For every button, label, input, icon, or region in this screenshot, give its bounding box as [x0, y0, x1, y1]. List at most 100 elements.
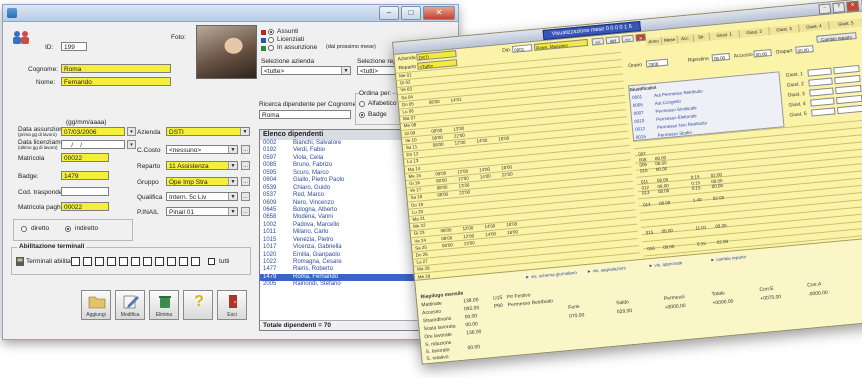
qualifica-select[interactable]: Intern. 5c Liv ▼	[166, 192, 238, 201]
giust-selector-field[interactable]	[808, 77, 833, 87]
diretto-radio[interactable]	[21, 226, 27, 232]
right-grid-value[interactable]: 0:15	[692, 186, 701, 192]
modifica-button[interactable]: Modifica	[115, 290, 145, 320]
ellipsis-icon[interactable]: …	[241, 161, 250, 170]
giust-selector-field[interactable]	[809, 87, 834, 97]
punch-value[interactable]: 08'00	[442, 242, 453, 248]
punch-value[interactable]: 12'00	[457, 168, 468, 174]
ricerca-input[interactable]: Roma	[259, 110, 351, 119]
close-icon[interactable]: ✕	[846, 0, 860, 12]
punch-value[interactable]: 14'00	[484, 224, 495, 230]
punch-value[interactable]: 12'00	[454, 140, 465, 146]
punch-value[interactable]: 14'00	[479, 166, 490, 172]
ripristino-field[interactable]: 08.00	[711, 52, 731, 62]
matricola-paghe-field[interactable]: 00022	[61, 202, 109, 211]
aggiungi-button[interactable]: Aggiungi	[81, 290, 111, 320]
esci-button[interactable]: Esci	[217, 290, 247, 320]
punch-value[interactable]: 12'00	[463, 233, 474, 239]
ccosto-select[interactable]: <nessuno> ▼	[166, 145, 238, 154]
right-grid-value[interactable]: 015	[645, 229, 653, 235]
punch-value[interactable]: 18'00	[498, 136, 509, 142]
punch-value[interactable]: 12'00	[462, 226, 473, 232]
punch-value[interactable]: 08'00	[435, 170, 446, 176]
right-grid-value[interactable]: 08.00	[659, 200, 671, 206]
maximize-icon[interactable]: □	[401, 6, 421, 20]
minimize-icon[interactable]: –	[379, 6, 399, 20]
help-button[interactable]: ?	[183, 290, 213, 320]
badge-field[interactable]: 1479	[61, 171, 109, 180]
giust-value-field[interactable]	[836, 104, 862, 115]
punch-value[interactable]: 08'00	[428, 99, 439, 105]
punch-value[interactable]: 22'00	[459, 190, 470, 196]
right-grid-value[interactable]: 02.00	[717, 239, 729, 245]
punch-value[interactable]: 13'30	[453, 125, 464, 131]
punch-value[interactable]: 14'01	[450, 97, 461, 103]
right-grid-value[interactable]: 013	[642, 190, 650, 196]
licenziati-radio[interactable]	[268, 37, 274, 43]
terminal-checkbox[interactable]	[179, 257, 188, 266]
punch-value[interactable]: 14'00	[485, 231, 496, 237]
calendar-icon[interactable]: ▾	[127, 140, 136, 149]
right-grid-value[interactable]: 02.00	[713, 195, 725, 201]
terminal-checkbox[interactable]	[155, 257, 164, 266]
sel-azienda-select[interactable]: <tutte> ▼	[261, 66, 351, 75]
punch-value[interactable]: 22'00	[454, 132, 465, 138]
pinail-select[interactable]: Pinail 01 ▼	[166, 207, 238, 216]
view-link[interactable]: ► vis. approvate	[649, 260, 683, 268]
day-grid[interactable]	[395, 51, 640, 278]
terminal-checkbox[interactable]	[131, 257, 140, 266]
prev-button[interactable]: <<	[591, 37, 605, 46]
punch-value[interactable]: 08'00	[441, 235, 452, 241]
orapart-field[interactable]: 00.00	[795, 45, 814, 54]
terminal-checkbox[interactable]	[143, 257, 152, 266]
right-grid-value[interactable]: 00.00	[656, 166, 668, 172]
giust-value-field[interactable]	[835, 84, 862, 95]
punch-value[interactable]: 18'00	[506, 222, 517, 228]
punch-value[interactable]: 22'00	[502, 171, 513, 177]
delete-icon[interactable]: ✕	[635, 33, 646, 42]
right-grid-value[interactable]: 08.00	[661, 227, 673, 233]
nome-field[interactable]: Fernando	[61, 77, 171, 86]
terminal-checkbox[interactable]	[167, 257, 176, 266]
terminal-checkbox[interactable]	[71, 257, 80, 266]
view-link[interactable]: ► vis. schema giornaliero	[525, 270, 577, 280]
terminal-checkbox[interactable]	[119, 257, 128, 266]
cod-trasponder-field[interactable]	[61, 187, 109, 196]
std-button[interactable]: std	[605, 35, 621, 45]
tutti-checkbox[interactable]	[208, 258, 215, 265]
punch-value[interactable]: 14'00	[476, 138, 487, 144]
giust-selector-field[interactable]	[810, 97, 835, 107]
azienda-select[interactable]: DSTI ▼	[166, 127, 250, 136]
minimize-icon[interactable]: –	[818, 3, 832, 15]
punch-value[interactable]: 08'00	[440, 228, 451, 234]
accesso-field[interactable]: 00.00	[753, 48, 772, 58]
gruppo-select[interactable]: Ope Imp Stra ▼	[166, 177, 238, 186]
elimina-button[interactable]: Elimina	[149, 290, 179, 320]
indiretto-radio[interactable]	[65, 226, 71, 232]
right-grid-value[interactable]: 11:01	[695, 224, 706, 230]
punch-value[interactable]: 18'00	[501, 164, 512, 170]
punch-value[interactable]: 08'00	[431, 127, 442, 133]
badge-sort-radio[interactable]	[359, 112, 365, 118]
matricola-field[interactable]: 00022	[61, 153, 109, 162]
data-licenziamento-field[interactable]: __/__/____	[61, 140, 125, 149]
giust-selector-field[interactable]	[811, 107, 836, 117]
punch-value[interactable]: 12'00	[458, 176, 469, 182]
view-link[interactable]: ► cambia reparto	[710, 254, 746, 262]
punch-value[interactable]: 13'30	[458, 183, 469, 189]
orario-field[interactable]: 2008	[645, 58, 669, 68]
punch-value[interactable]: 08'00	[432, 142, 443, 148]
calendar-icon[interactable]: ▾	[127, 127, 136, 136]
close-icon[interactable]: ✕	[423, 6, 455, 20]
alfabetico-radio[interactable]	[359, 101, 365, 107]
right-grid-value[interactable]: 08.00	[663, 244, 675, 250]
punch-value[interactable]: 08'00	[436, 185, 447, 191]
terminal-checkbox[interactable]	[95, 257, 104, 266]
giust-selector-field[interactable]	[807, 67, 832, 77]
cognome-field[interactable]: Roma	[61, 64, 171, 73]
data-assunzione-field[interactable]: 07/03/2006	[61, 127, 125, 136]
ellipsis-icon[interactable]: …	[241, 177, 250, 186]
punch-value[interactable]: 08'00	[432, 135, 443, 141]
right-grid-value[interactable]: 016	[647, 246, 655, 252]
view-link[interactable]: ► vis. segnalazioni	[587, 265, 626, 274]
